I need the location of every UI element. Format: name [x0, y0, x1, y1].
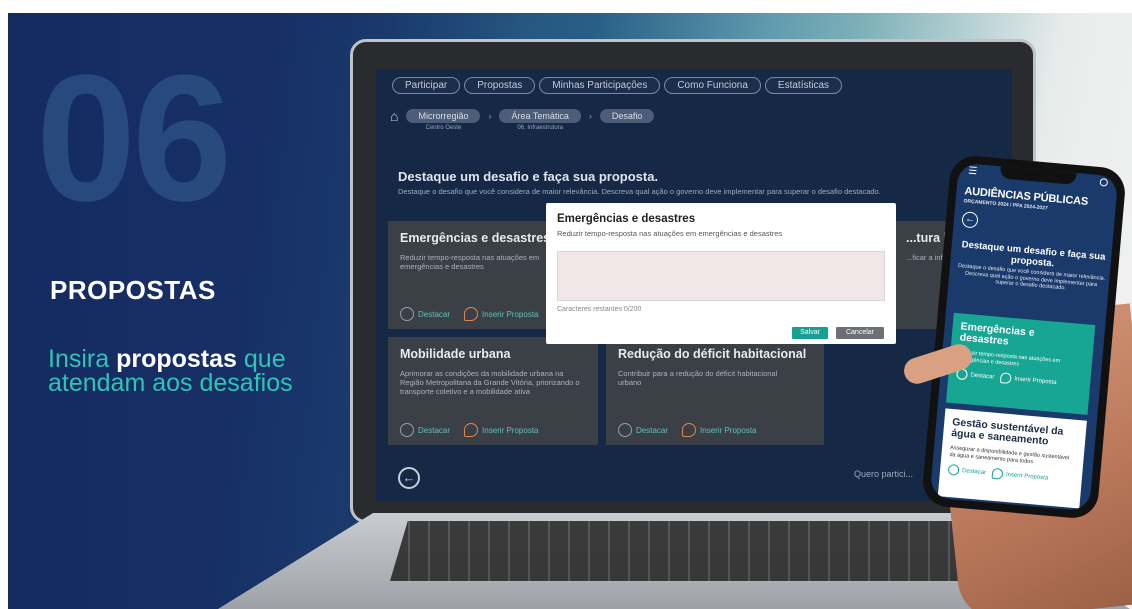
insert-proposal-button[interactable]: Inserir Proposta	[991, 467, 1049, 484]
back-arrow-icon[interactable]: ←	[398, 467, 420, 489]
insert-proposal-label: Inserir Proposta	[482, 309, 539, 319]
chevron-right-icon: ›	[588, 111, 592, 121]
breadcrumb-label: Desafio	[599, 109, 655, 123]
proposal-textarea[interactable]	[557, 251, 885, 301]
challenge-card[interactable]: Mobilidade urbana Aprimorar as condições…	[388, 337, 598, 445]
tab-estatisticas[interactable]: Estatísticas	[764, 77, 843, 94]
card-title: Mobilidade urbana	[400, 347, 511, 361]
highlight-label: Destacar	[418, 309, 451, 319]
highlight-button[interactable]: Destacar	[956, 368, 995, 382]
slide-number: 06	[36, 38, 232, 239]
breadcrumb-sub: Centro Oeste	[425, 125, 462, 131]
tab-participar[interactable]: Participar	[392, 77, 461, 94]
insert-proposal-button[interactable]: Inserir Proposta	[999, 372, 1057, 388]
speech-bubble-icon	[464, 423, 479, 437]
highlight-button[interactable]: Destacar	[400, 307, 450, 321]
speech-bubble-icon	[999, 372, 1012, 385]
speech-bubble-icon	[464, 307, 479, 321]
cancel-button[interactable]: Cancelar	[836, 327, 884, 339]
insert-proposal-label: Inserir Proposta	[1005, 471, 1049, 482]
home-icon[interactable]: ⌂	[390, 108, 398, 124]
card-title: Redução do déficit habitacional	[618, 347, 807, 361]
page-subtitle: Destaque o desafio que você considera de…	[398, 187, 881, 196]
circle-icon	[618, 423, 632, 437]
highlight-label: Destacar	[636, 425, 669, 435]
chevron-right-icon: ›	[488, 111, 492, 121]
card-text: Aprimorar as condições da mobilidade urb…	[400, 369, 580, 396]
circle-icon	[947, 463, 960, 476]
challenge-card[interactable]: Redução do déficit habitacional Contribu…	[606, 337, 824, 445]
insert-proposal-button[interactable]: Inserir Proposta	[464, 307, 538, 321]
menu-icon[interactable]: ☰	[968, 165, 978, 177]
card-text: Reduzir tempo-resposta nas atuações em e…	[400, 253, 540, 271]
highlight-button[interactable]: Destacar	[947, 463, 987, 478]
card-title: Emergências e desastres	[959, 320, 1036, 348]
save-button[interactable]: Salvar	[792, 327, 828, 339]
circle-icon	[400, 423, 414, 437]
circle-icon	[400, 307, 414, 321]
highlight-label: Destacar	[970, 371, 995, 381]
breadcrumb: ⌂ Microrregião Centro Oeste › Área Temát…	[390, 108, 655, 131]
modal-title: Emergências e desastres	[557, 213, 696, 225]
section-title: PROPOSTAS	[50, 275, 216, 305]
search-icon[interactable]	[1099, 178, 1109, 187]
breadcrumb-label: Área Temática	[499, 109, 581, 123]
card-text: Contribuir para a redução do déficit hab…	[618, 369, 778, 387]
laptop-keyboard	[390, 521, 980, 581]
slide-background: 06 PROPOSTAS Insira propostas que atenda…	[8, 13, 1132, 609]
proposal-modal: Emergências e desastres Reduzir tempo-re…	[546, 203, 896, 344]
page-title: Destaque um desafio e faça sua proposta.	[398, 169, 659, 184]
participate-link[interactable]: Quero partici...	[854, 469, 913, 479]
breadcrumb-microrregiao[interactable]: Microrregião Centro Oeste	[406, 109, 481, 131]
highlight-button[interactable]: Destacar	[400, 423, 450, 437]
breadcrumb-sub: 06. Infraestrutura	[517, 125, 564, 131]
insert-proposal-label: Inserir Proposta	[700, 425, 757, 435]
tab-como-funciona[interactable]: Como Funciona	[664, 77, 761, 94]
insert-proposal-button[interactable]: Inserir Proposta	[682, 423, 756, 437]
highlight-button[interactable]: Destacar	[618, 423, 668, 437]
phone-challenge-card[interactable]: Gestão sustentável da água e saneamento …	[937, 408, 1087, 509]
insert-proposal-label: Inserir Proposta	[1014, 375, 1057, 386]
character-counter: Caracteres restantes 0/200	[557, 306, 642, 313]
tagline: Insira propostas que atendam aos desafio…	[48, 347, 308, 396]
speech-bubble-icon	[682, 423, 697, 437]
insert-proposal-button[interactable]: Inserir Proposta	[464, 423, 538, 437]
laptop-screen: Participar Propostas Minhas Participaçõe…	[376, 69, 1012, 501]
highlight-label: Destacar	[418, 425, 451, 435]
back-arrow-icon[interactable]: ←	[961, 211, 979, 229]
modal-subtitle: Reduzir tempo-resposta nas atuações em e…	[557, 229, 783, 238]
tab-minhas-participacoes[interactable]: Minhas Participações	[539, 77, 661, 94]
highlight-label: Destacar	[961, 467, 987, 476]
breadcrumb-area-tematica[interactable]: Área Temática 06. Infraestrutura	[499, 109, 581, 131]
nav-tabs: Participar Propostas Minhas Participaçõe…	[392, 77, 843, 94]
tab-propostas[interactable]: Propostas	[464, 77, 536, 94]
breadcrumb-label: Microrregião	[406, 109, 481, 123]
insert-proposal-label: Inserir Proposta	[482, 425, 539, 435]
phone: ☰ AUDIÊNCIAS PÚBLICAS ORÇAMENTO 2024 / P…	[920, 154, 1128, 520]
card-title: Gestão sustentável da água e saneamento	[950, 416, 1064, 448]
speech-bubble-icon	[991, 467, 1004, 480]
breadcrumb-desafio[interactable]: Desafio	[599, 109, 655, 123]
phone-screen: ☰ AUDIÊNCIAS PÚBLICAS ORÇAMENTO 2024 / P…	[929, 162, 1119, 512]
